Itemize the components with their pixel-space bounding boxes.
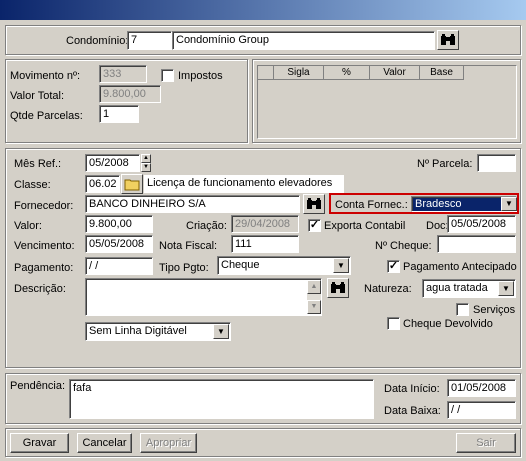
valor-field[interactable]: 9.800,00 (85, 215, 153, 233)
data-baixa-field[interactable]: / / (447, 401, 516, 419)
exporta-contabil-label: Exporta Contabil (324, 220, 406, 232)
exporta-contabil-checkbox[interactable]: ✓ (308, 219, 321, 232)
movimento-label: Movimento nº: (10, 70, 81, 82)
conta-fornec-highlight: Conta Fornec.: Bradesco ▼ (329, 193, 519, 214)
fornecedor-label: Fornecedor: (14, 200, 74, 212)
cheque-devolvido-label: Cheque Devolvido (403, 318, 493, 330)
data-inicio-field[interactable]: 01/05/2008 (447, 379, 516, 397)
data-inicio-label: Data Início: (384, 383, 440, 395)
cancelar-button[interactable]: Cancelar (77, 433, 132, 453)
apropriar-button-label: Apropriar (145, 437, 192, 449)
criacao-field: 29/04/2008 (231, 215, 299, 233)
folder-icon (124, 179, 140, 191)
scroll-up-icon[interactable]: ▲ (307, 280, 321, 294)
movimento-field: 333 (99, 65, 147, 83)
apropriar-button[interactable]: Apropriar (140, 433, 197, 453)
cheque-field[interactable] (437, 235, 516, 253)
impostos-grid[interactable]: Sigla % Valor Base (257, 65, 517, 139)
condominio-code-field[interactable]: 7 (127, 31, 172, 50)
grid-indicator-column (258, 66, 274, 80)
condominio-label: Condomínio: (66, 35, 129, 47)
pagamento-antecipado-label: Pagamento Antecipado (403, 261, 517, 273)
window-title-bar (0, 0, 526, 20)
conta-fornec-label: Conta Fornec.: (335, 199, 408, 211)
mes-ref-label: Mês Ref.: (14, 158, 62, 170)
pendencia-group: Pendência: fafa Data Início: 01/05/2008 … (5, 373, 521, 424)
chevron-down-icon[interactable]: ▼ (501, 197, 517, 211)
chevron-down-icon[interactable]: ▼ (498, 281, 514, 296)
impostos-checkbox[interactable] (161, 69, 174, 82)
gravar-button[interactable]: Gravar (10, 433, 69, 453)
condominio-search-button[interactable] (437, 30, 459, 50)
nota-fiscal-field[interactable]: 111 (231, 235, 299, 253)
pagamento-antecipado-checkbox[interactable]: ✓ (387, 260, 400, 273)
valor-total-label: Valor Total: (10, 90, 65, 102)
parcelas-label: Qtde Parcelas: (10, 110, 83, 122)
natureza-label: Natureza: (364, 283, 412, 295)
pagamento-field[interactable]: / / (85, 257, 153, 275)
fornecedor-field[interactable]: BANCO DINHEIRO S/A (85, 195, 300, 213)
vencimento-label: Vencimento: (14, 240, 75, 252)
movimento-group: Movimento nº: 333 Impostos Valor Total: … (5, 59, 248, 143)
servicos-label: Serviços (473, 304, 516, 316)
detail-group: Mês Ref.: 05/2008 ▲ ▼ Nº Parcela: Classe… (5, 148, 521, 368)
doc-field[interactable]: 05/05/2008 (447, 215, 516, 233)
condominio-group: Condomínio: 7 Condomínio Group (5, 25, 521, 55)
criacao-label: Criação: (186, 220, 227, 232)
grid-header-percent[interactable]: % (324, 66, 370, 80)
cheque-devolvido-checkbox[interactable] (387, 317, 400, 330)
sair-button-label: Sair (476, 437, 496, 449)
grid-header-base[interactable]: Base (420, 66, 464, 80)
parcela-label: Nº Parcela: (417, 158, 473, 170)
parcela-field[interactable] (477, 154, 516, 172)
binoculars-icon (441, 34, 455, 45)
sair-button[interactable]: Sair (456, 433, 516, 453)
grid-header-valor[interactable]: Valor (370, 66, 420, 80)
descricao-label: Descrição: (14, 283, 66, 295)
pendencia-textarea[interactable]: fafa (69, 379, 374, 419)
condominio-name-field[interactable]: Condomínio Group (172, 31, 435, 50)
tipo-pgto-label: Tipo Pgto: (159, 262, 209, 274)
vencimento-field[interactable]: 05/05/2008 (85, 235, 153, 253)
doc-label: Doc: (426, 220, 449, 232)
impostos-label: Impostos (178, 70, 223, 82)
binoculars-icon (307, 198, 321, 209)
classe-code-field[interactable]: 06.02 (85, 175, 120, 193)
descricao-search-button[interactable] (327, 278, 349, 298)
linha-digitavel-select[interactable]: Sem Linha Digitável (85, 322, 231, 341)
parcelas-field[interactable]: 1 (99, 105, 139, 123)
binoculars-icon (331, 282, 345, 293)
grid-header-sigla[interactable]: Sigla (274, 66, 324, 80)
spin-up-icon[interactable]: ▲ (141, 154, 151, 163)
data-baixa-label: Data Baixa: (384, 405, 441, 417)
pendencia-label: Pendência: (10, 380, 66, 392)
fornecedor-search-button[interactable] (303, 194, 325, 214)
chevron-down-icon[interactable]: ▼ (213, 324, 229, 339)
valor-total-field: 9.800,00 (99, 85, 161, 103)
cancelar-button-label: Cancelar (82, 437, 127, 449)
classe-lookup-button[interactable] (121, 174, 143, 194)
servicos-checkbox[interactable] (456, 303, 469, 316)
button-bar: Gravar Cancelar Apropriar Sair (5, 428, 521, 457)
classe-description-field: Licença de funcionamento elevadores (144, 175, 344, 193)
impostos-grid-group: Sigla % Valor Base (252, 59, 521, 143)
valor-label: Valor: (14, 220, 42, 232)
tipo-pgto-select[interactable]: Cheque (217, 256, 351, 275)
chevron-down-icon[interactable]: ▼ (333, 258, 349, 273)
descricao-scrollbar[interactable]: ▲ ▼ (307, 280, 321, 314)
cheque-label: Nº Cheque: (375, 240, 432, 252)
classe-label: Classe: (14, 179, 51, 191)
pagamento-label: Pagamento: (14, 262, 74, 274)
mes-ref-spinner[interactable]: ▲ ▼ (141, 154, 151, 172)
nota-fiscal-label: Nota Fiscal: (159, 240, 218, 252)
mes-ref-field[interactable]: 05/2008 (85, 154, 140, 172)
descricao-textarea[interactable] (85, 278, 322, 316)
spin-down-icon[interactable]: ▼ (141, 163, 151, 172)
gravar-button-label: Gravar (22, 437, 57, 449)
scroll-down-icon[interactable]: ▼ (307, 300, 321, 314)
